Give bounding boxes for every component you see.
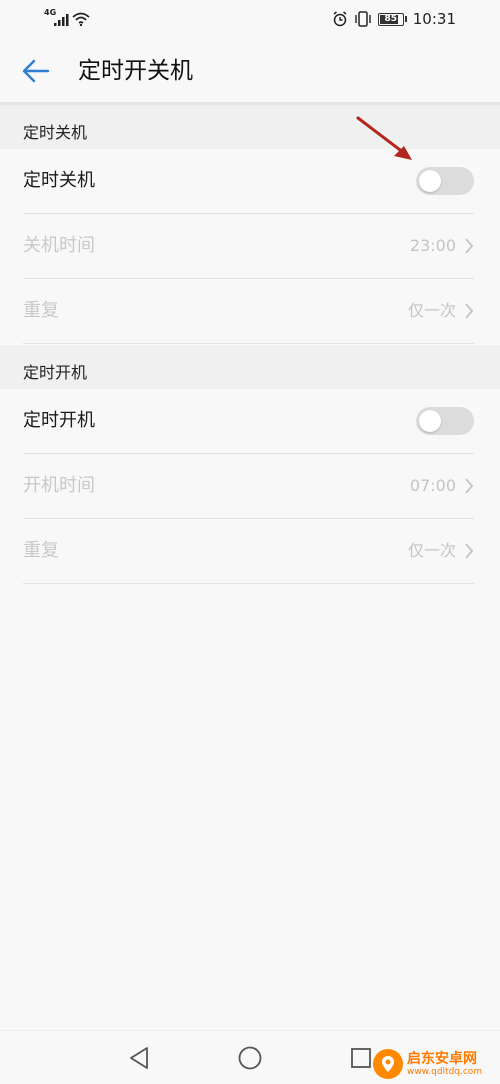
- watermark-logo-icon: [373, 1049, 403, 1079]
- battery-icon: 85: [377, 12, 404, 26]
- location-pin-icon: [382, 1056, 394, 1072]
- triangle-back-icon: [130, 1047, 148, 1069]
- poweron-toggle-row[interactable]: 定时开机: [23, 389, 474, 454]
- watermark-text: 启东安卓网 www.qdltdq.com: [407, 1051, 482, 1078]
- battery-level: 85: [384, 14, 398, 24]
- watermark-url: www.qdltdq.com: [407, 1066, 483, 1077]
- chevron-right-icon: [465, 238, 474, 254]
- section-header-shutdown: 定时关机: [0, 105, 500, 149]
- shutdown-repeat-row[interactable]: 重复 仅一次: [23, 279, 474, 344]
- poweron-time-label: 开机时间: [23, 475, 95, 496]
- poweron-toggle-label: 定时开机: [23, 410, 95, 431]
- annotation-arrow-icon: [356, 116, 412, 160]
- poweron-time-value: 07:00: [409, 476, 456, 495]
- section-shutdown: 定时关机 关机时间 23:00 重复 仅一次: [0, 149, 500, 344]
- circle-home-icon: [238, 1046, 262, 1070]
- alarm-icon: [333, 11, 347, 27]
- chevron-right-icon: [465, 478, 474, 494]
- battery-tip: [404, 16, 407, 22]
- back-arrow-icon: [22, 59, 50, 83]
- signal-icon: [54, 14, 69, 26]
- toggle-knob: [419, 410, 441, 432]
- square-recents-icon: [351, 1048, 371, 1068]
- poweron-toggle-switch[interactable]: [416, 407, 474, 435]
- wifi-icon: [72, 12, 90, 26]
- nav-recents-button[interactable]: [348, 1045, 374, 1071]
- watermark: 启东安卓网 www.qdltdq.com: [373, 1044, 500, 1084]
- toggle-knob: [419, 170, 441, 192]
- status-bar: 4G 85 10:31: [0, 0, 500, 40]
- shutdown-repeat-label: 重复: [23, 300, 59, 321]
- watermark-name: 启东安卓网: [407, 1050, 477, 1067]
- vibrate-icon: [355, 11, 371, 27]
- poweron-repeat-label: 重复: [23, 540, 59, 561]
- title-bar: 定时开关机: [0, 40, 500, 102]
- shutdown-time-label: 关机时间: [23, 235, 95, 256]
- shutdown-time-row[interactable]: 关机时间 23:00: [23, 214, 474, 279]
- section-poweron: 定时开机 开机时间 07:00 重复 仅一次: [0, 389, 500, 584]
- chevron-right-icon: [465, 543, 474, 559]
- chevron-right-icon: [465, 303, 474, 319]
- shutdown-repeat-value: 仅一次: [407, 301, 456, 320]
- page-title: 定时开关机: [78, 58, 193, 84]
- poweron-time-row[interactable]: 开机时间 07:00: [23, 454, 474, 519]
- shutdown-toggle-switch[interactable]: [416, 167, 474, 195]
- nav-back-button[interactable]: [126, 1045, 152, 1071]
- status-time: 10:31: [412, 10, 456, 28]
- poweron-repeat-row[interactable]: 重复 仅一次: [23, 519, 474, 584]
- shutdown-toggle-label: 定时关机: [23, 170, 95, 191]
- shutdown-time-value: 23:00: [409, 236, 456, 255]
- nav-home-button[interactable]: [237, 1045, 263, 1071]
- poweron-repeat-value: 仅一次: [407, 541, 456, 560]
- back-button[interactable]: [20, 56, 52, 86]
- status-right: 85 10:31: [326, 8, 456, 30]
- section-header-poweron: 定时开机: [0, 345, 500, 389]
